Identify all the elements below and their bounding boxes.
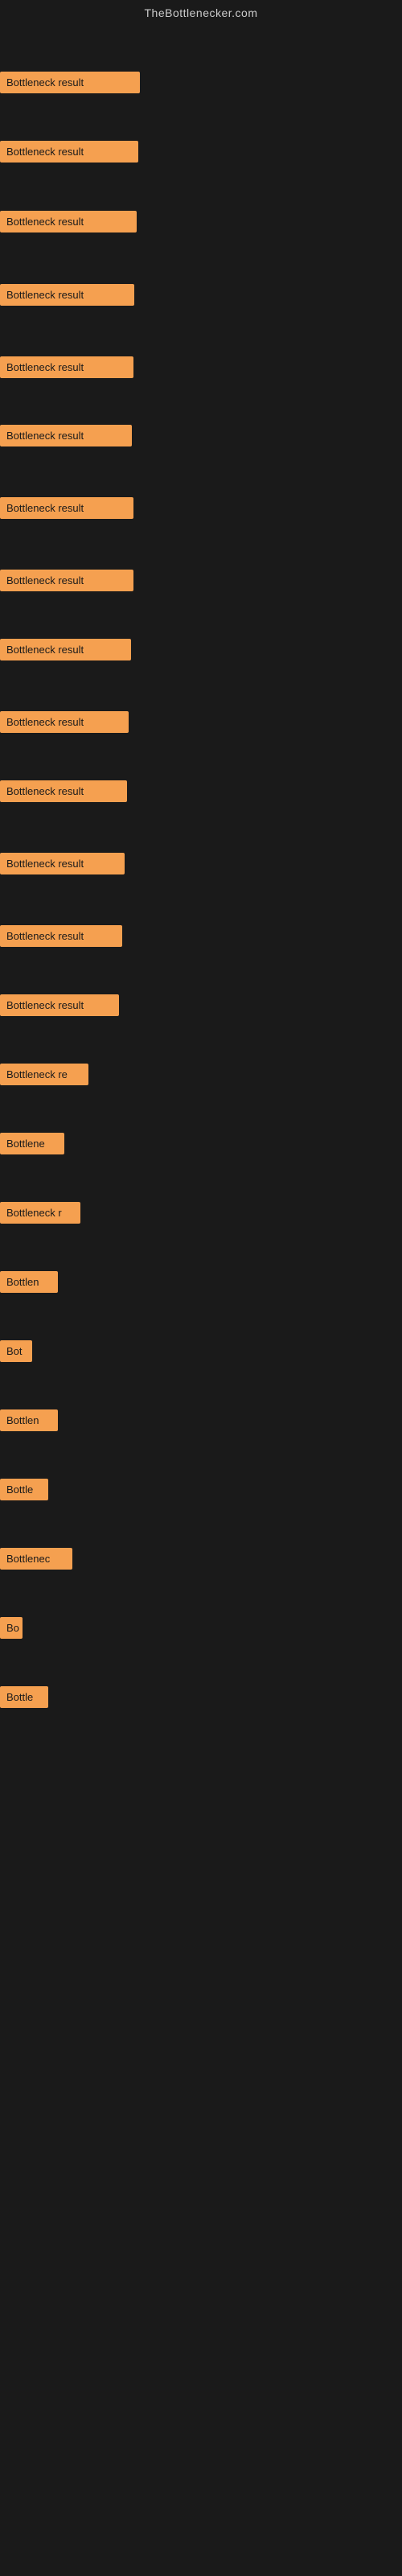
bottleneck-result-item[interactable]: Bottleneck result <box>0 780 127 802</box>
bottleneck-result-item[interactable]: Bottleneck result <box>0 211 137 232</box>
bottleneck-result-item[interactable]: Bottleneck result <box>0 356 133 378</box>
bottleneck-result-item[interactable]: Bottleneck result <box>0 284 134 306</box>
bottleneck-result-item[interactable]: Bo <box>0 1617 23 1639</box>
bottleneck-result-item[interactable]: Bottleneck result <box>0 425 132 446</box>
bottleneck-result-item[interactable]: Bottleneck result <box>0 72 140 93</box>
bottleneck-result-item[interactable]: Bottleneck result <box>0 994 119 1016</box>
bottleneck-result-item[interactable]: Bottle <box>0 1479 48 1500</box>
bottleneck-result-item[interactable]: Bottlenec <box>0 1548 72 1570</box>
bottleneck-result-item[interactable]: Bottleneck result <box>0 853 125 874</box>
bottleneck-result-item[interactable]: Bottle <box>0 1686 48 1708</box>
bottleneck-result-item[interactable]: Bottleneck r <box>0 1202 80 1224</box>
bottleneck-result-item[interactable]: Bottleneck result <box>0 141 138 163</box>
bottleneck-result-item[interactable]: Bottleneck result <box>0 639 131 660</box>
bottleneck-result-item[interactable]: Bottlene <box>0 1133 64 1154</box>
site-title: TheBottlenecker.com <box>0 0 402 26</box>
bottleneck-result-item[interactable]: Bottleneck result <box>0 570 133 591</box>
bottleneck-result-item[interactable]: Bottleneck result <box>0 711 129 733</box>
bottleneck-result-item[interactable]: Bottlen <box>0 1271 58 1293</box>
bottleneck-result-item[interactable]: Bottleneck re <box>0 1064 88 1085</box>
bottleneck-result-item[interactable]: Bottlen <box>0 1409 58 1431</box>
bottleneck-result-item[interactable]: Bottleneck result <box>0 925 122 947</box>
bottleneck-result-item[interactable]: Bot <box>0 1340 32 1362</box>
bottleneck-result-item[interactable]: Bottleneck result <box>0 497 133 519</box>
